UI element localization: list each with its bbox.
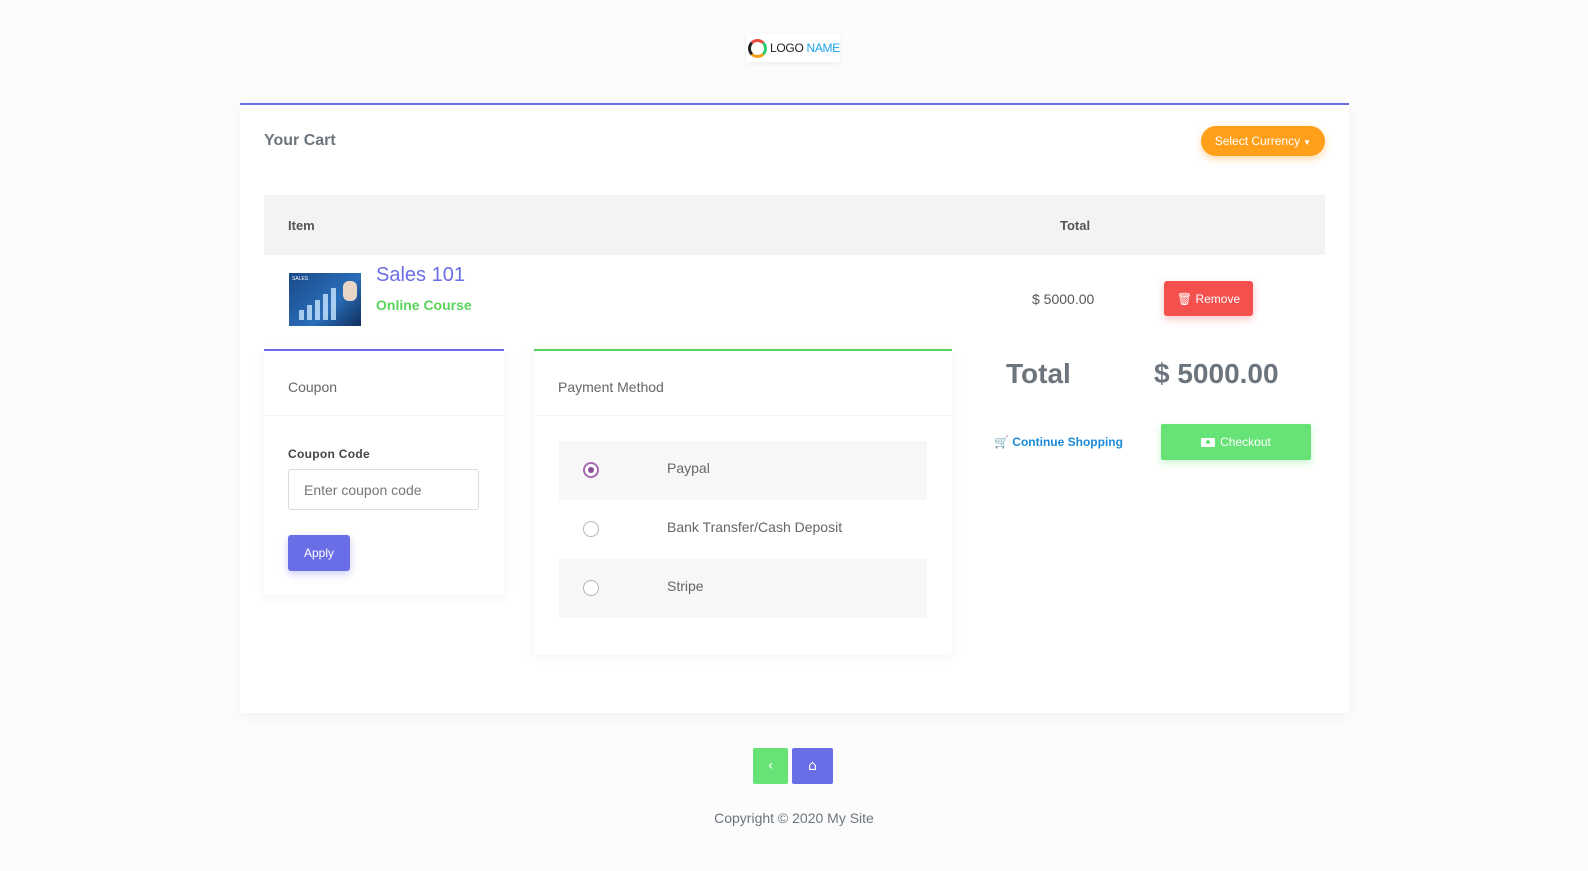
logo-text-primary: LOGO bbox=[770, 41, 804, 55]
order-total-value: $ 5000.00 bbox=[1154, 358, 1279, 389]
money-icon bbox=[1201, 438, 1216, 447]
payment-option-stripe[interactable]: Stripe bbox=[559, 559, 927, 618]
trash-icon: 🗑 bbox=[1176, 291, 1193, 306]
continue-shopping-link[interactable]: 🛒 Continue Shopping bbox=[994, 435, 1123, 449]
payment-panel-header: Payment Method bbox=[534, 351, 952, 416]
column-header-total: Total bbox=[1060, 218, 1091, 233]
home-button[interactable]: ⌂ bbox=[792, 748, 833, 784]
coupon-code-label: Coupon Code bbox=[288, 447, 370, 461]
cart-icon: 🛒 bbox=[994, 435, 1009, 449]
remove-label: Remove bbox=[1195, 291, 1241, 306]
home-icon: ⌂ bbox=[808, 758, 817, 774]
order-total-label: Total bbox=[1006, 358, 1071, 389]
payment-option-paypal[interactable]: Paypal bbox=[559, 441, 927, 500]
paypal-radio[interactable] bbox=[583, 462, 599, 478]
logo-text-secondary: NAME bbox=[806, 41, 840, 55]
site-logo[interactable]: LOGO NAME bbox=[746, 34, 840, 62]
continue-shopping-label: Continue Shopping bbox=[1012, 435, 1123, 449]
product-thumbnail: SALES bbox=[289, 273, 361, 326]
column-header-item: Item bbox=[288, 218, 315, 233]
product-type: Online Course bbox=[376, 297, 472, 313]
cart-card: Your Cart Select Currency ▼ Item Total SA… bbox=[240, 103, 1349, 713]
bank-transfer-label: Bank Transfer/Cash Deposit bbox=[667, 519, 843, 535]
stripe-label: Stripe bbox=[667, 578, 704, 594]
coupon-code-input[interactable] bbox=[288, 469, 479, 510]
paypal-label: Paypal bbox=[667, 460, 710, 476]
item-price: $ 5000.00 bbox=[1032, 291, 1095, 307]
cart-title: Your Cart bbox=[264, 132, 336, 149]
apply-coupon-button[interactable]: Apply bbox=[288, 535, 350, 571]
cart-table-header: Item Total bbox=[264, 195, 1325, 255]
checkout-label: Checkout bbox=[1220, 435, 1271, 449]
coupon-title: Coupon bbox=[288, 379, 338, 395]
checkout-button[interactable]: Checkout bbox=[1161, 424, 1311, 460]
payment-method-panel: Payment Method Paypal Bank Transfer/Cash… bbox=[534, 349, 952, 655]
stripe-radio[interactable] bbox=[583, 580, 599, 596]
footer-copyright: Copyright © 2020 My Site bbox=[714, 810, 874, 826]
remove-item-button[interactable]: 🗑 Remove bbox=[1164, 281, 1253, 316]
coupon-panel-header: Coupon bbox=[264, 351, 504, 416]
coupon-panel: Coupon Coupon Code Apply bbox=[264, 349, 504, 595]
bank-transfer-radio[interactable] bbox=[583, 521, 599, 537]
thumbnail-caption: SALES bbox=[292, 276, 309, 282]
select-currency-button[interactable]: Select Currency ▼ bbox=[1200, 126, 1325, 156]
payment-option-bank-transfer[interactable]: Bank Transfer/Cash Deposit bbox=[559, 500, 927, 559]
payment-method-title: Payment Method bbox=[558, 379, 664, 395]
chevron-left-icon: ‹ bbox=[767, 758, 774, 774]
logo-ring-icon bbox=[748, 38, 767, 58]
back-button[interactable]: ‹ bbox=[753, 748, 788, 784]
select-currency-label: Select Currency bbox=[1214, 134, 1301, 148]
product-name[interactable]: Sales 101 bbox=[376, 264, 465, 287]
caret-down-icon: ▼ bbox=[1303, 138, 1311, 147]
